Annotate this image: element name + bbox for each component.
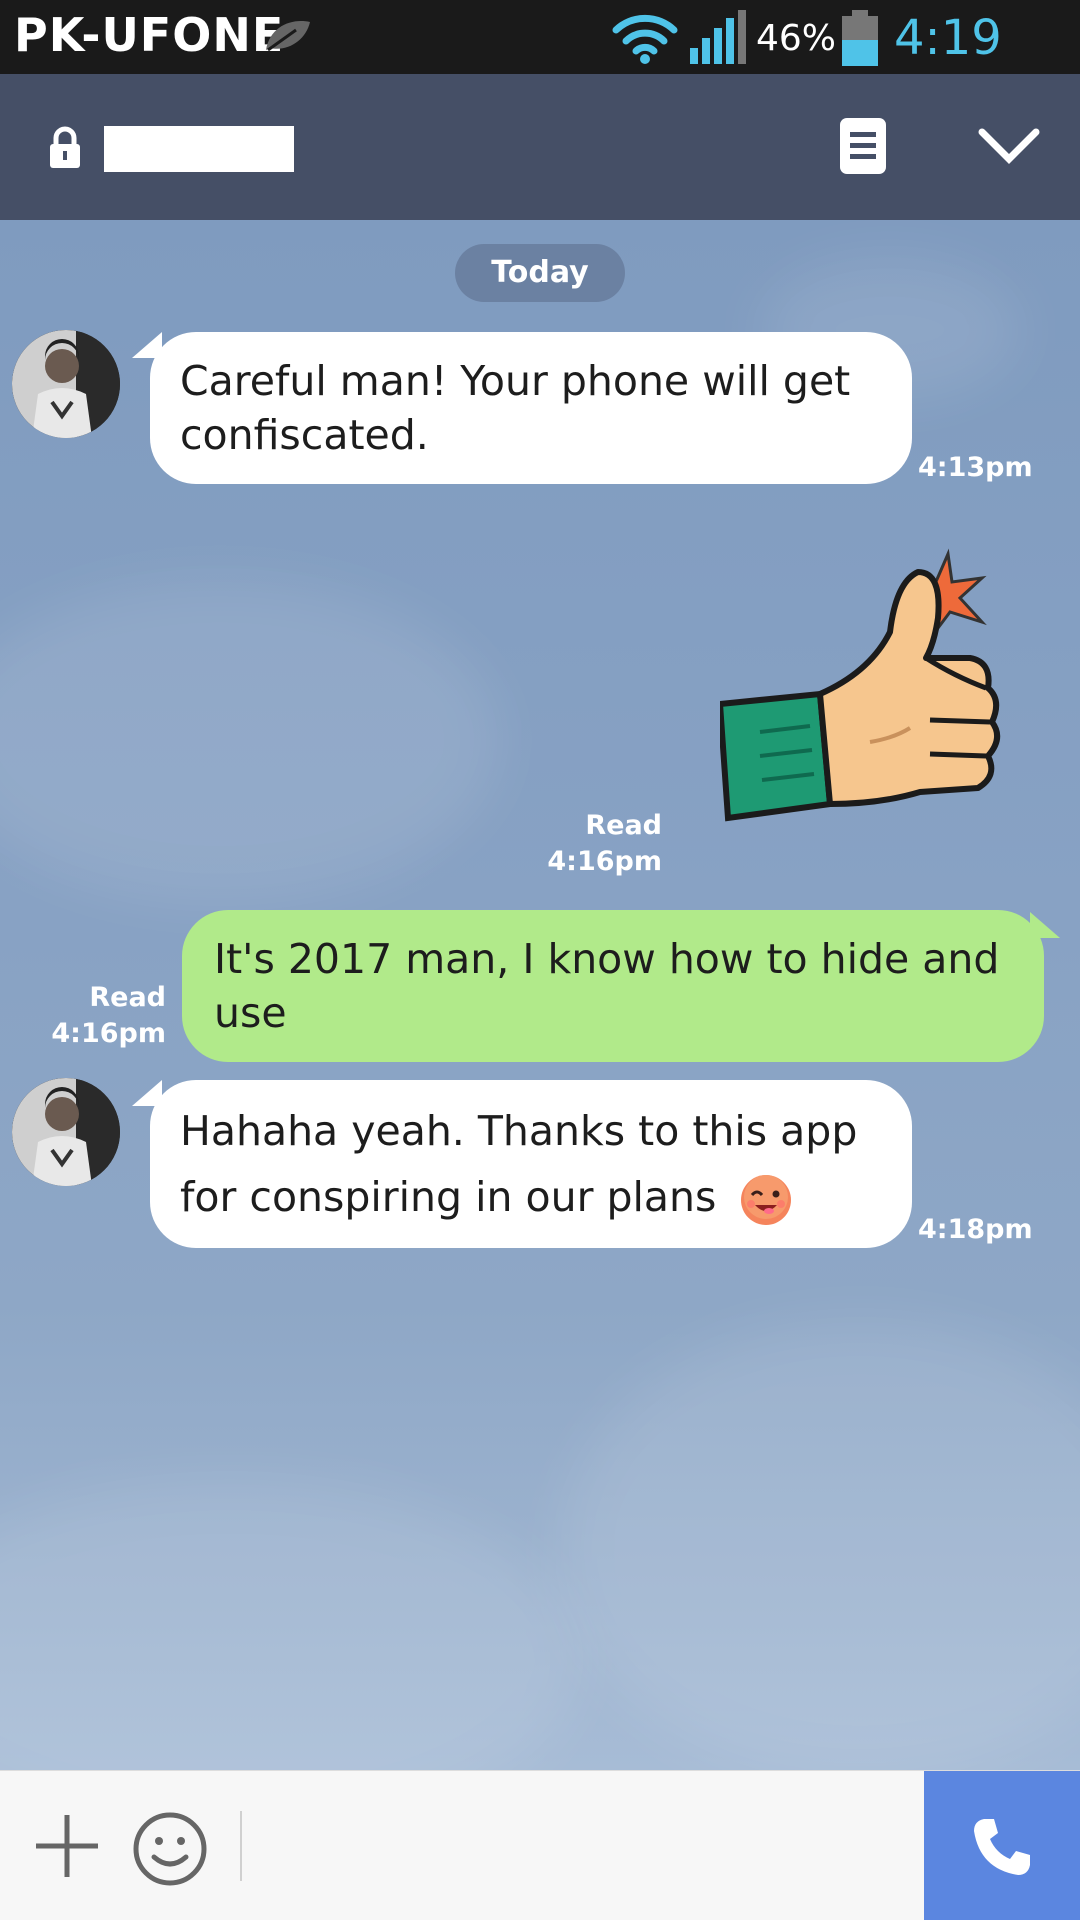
status-bar: PK-UFONE 46% 4:19 PM	[0, 0, 1080, 122]
signal-icon	[688, 10, 748, 70]
message-time: 4:16pm	[547, 846, 662, 877]
date-separator: Today	[455, 244, 625, 302]
read-receipt: Read 4:16pm	[520, 808, 662, 880]
bubble-tail	[1030, 912, 1060, 938]
message-text: Careful man! Your phone will get confisc…	[180, 357, 851, 459]
note-icon[interactable]	[840, 118, 886, 178]
winking-face-icon	[739, 1173, 793, 1227]
battery-icon	[842, 10, 878, 70]
battery-percent: 46%	[756, 18, 837, 59]
plus-icon[interactable]	[32, 1811, 102, 1885]
call-button[interactable]	[924, 1771, 1080, 1920]
input-divider	[240, 1811, 242, 1881]
read-receipt: Read 4:16pm	[20, 980, 166, 1052]
leaf-icon	[262, 16, 314, 60]
message-text: It's 2017 man, I know how to hide and us…	[214, 935, 1000, 1037]
contact-name[interactable]	[104, 126, 294, 172]
thumbs-up-sticker[interactable]	[716, 542, 1010, 846]
smile-icon[interactable]	[132, 1811, 208, 1891]
wifi-icon	[612, 12, 678, 68]
message-time: 4:13pm	[918, 452, 1033, 483]
read-label: Read	[89, 982, 166, 1013]
avatar[interactable]	[12, 1078, 120, 1186]
carrier-name: PK-UFONE	[14, 8, 285, 62]
message-input[interactable]	[256, 1801, 896, 1891]
read-label: Read	[585, 810, 662, 841]
lock-icon	[48, 126, 82, 174]
incoming-message[interactable]: Hahaha yeah. Thanks to this app for cons…	[150, 1080, 912, 1248]
background-cloud	[0, 1480, 580, 1770]
chat-header	[0, 74, 1080, 220]
background-cloud	[0, 580, 500, 900]
input-bar	[0, 1770, 1080, 1920]
message-time: 4:16pm	[51, 1018, 166, 1049]
incoming-message[interactable]: Careful man! Your phone will get confisc…	[150, 332, 912, 484]
chevron-down-icon[interactable]	[978, 128, 1040, 170]
background-cloud	[560, 1320, 1080, 1770]
outgoing-message[interactable]: It's 2017 man, I know how to hide and us…	[182, 910, 1044, 1062]
chat-area[interactable]: Today Careful man! Your phone will get c…	[0, 220, 1080, 1770]
phone-icon	[974, 1819, 1030, 1875]
avatar[interactable]	[12, 330, 120, 438]
message-time: 4:18pm	[918, 1214, 1033, 1245]
